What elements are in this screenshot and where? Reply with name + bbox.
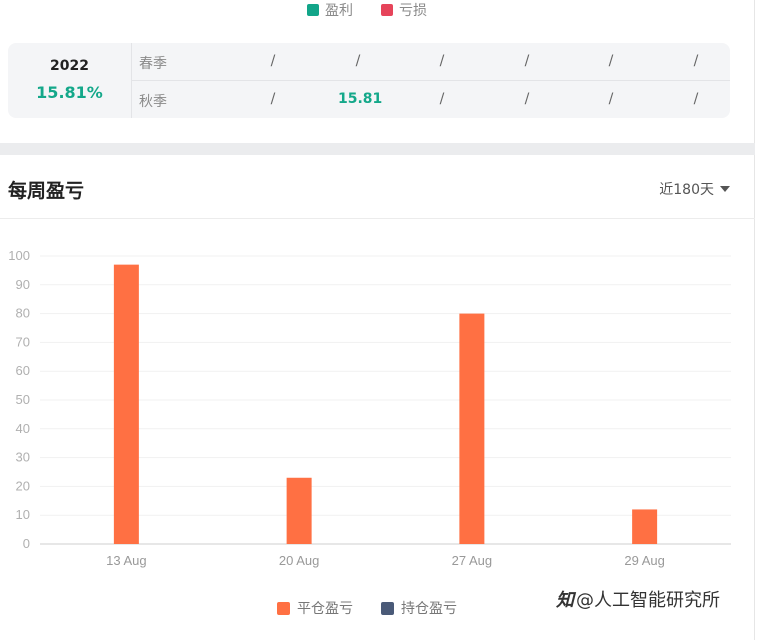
legend-profit-swatch (307, 4, 319, 16)
bar-closed-pnl (632, 509, 658, 544)
season-cell: / (439, 91, 445, 107)
legend-loss-label: 亏损 (399, 3, 427, 19)
legend-profit-label: 盈利 (325, 3, 353, 19)
y-tick-label: 60 (16, 363, 30, 378)
watermark-text: @人工智能研究所 (576, 590, 720, 611)
season-cell: / (270, 91, 276, 107)
season-cell: / (608, 91, 614, 107)
caret-down-icon (720, 186, 730, 192)
y-tick-label: 70 (16, 334, 30, 349)
x-tick-label: 27 Aug (452, 553, 493, 568)
season-cell: / (608, 53, 614, 69)
y-tick-label: 20 (16, 478, 30, 493)
season-cell: / (524, 91, 530, 107)
season-cell: / (355, 53, 361, 69)
bar-closed-pnl (113, 264, 139, 544)
legend-loss-swatch (381, 4, 393, 16)
season-cell: / (693, 91, 699, 107)
legend-profit[interactable]: 盈利 (307, 0, 353, 20)
legend-closed-pnl[interactable]: 平仓盈亏 (277, 598, 353, 618)
section-divider (0, 143, 755, 155)
range-dropdown-label: 近180天 (659, 182, 714, 198)
profit-loss-legend: 盈利 亏损 (0, 0, 755, 20)
year-label: 2022 (50, 58, 89, 74)
section-title: 每周盈亏 (8, 180, 85, 202)
season-cell: / (693, 53, 699, 69)
y-tick-label: 50 (16, 392, 30, 407)
watermark: 知 @人工智能研究所 (556, 586, 720, 612)
year-summary: 2022 15.81% (8, 43, 132, 118)
y-tick-label: 10 (16, 507, 30, 522)
season-name: 秋季 (139, 94, 167, 110)
season-return-card: 2022 15.81% 春季 / / / / / / 秋季 / 15.81 / … (8, 43, 730, 118)
season-cell: / (524, 53, 530, 69)
legend-closed-pnl-label: 平仓盈亏 (297, 601, 353, 617)
season-name: 春季 (139, 56, 167, 72)
zhihu-icon: 知 (556, 590, 574, 611)
season-cell: / (439, 53, 445, 69)
legend-open-pnl-label: 持仓盈亏 (401, 601, 457, 617)
bar-closed-pnl (286, 477, 312, 544)
season-row-autumn: 秋季 / 15.81 / / / / (132, 81, 730, 118)
y-tick-label: 90 (16, 277, 30, 292)
y-tick-label: 80 (16, 306, 30, 321)
x-tick-label: 20 Aug (279, 553, 320, 568)
legend-closed-pnl-swatch (277, 601, 290, 615)
header-divider (0, 218, 755, 219)
x-tick-label: 13 Aug (106, 553, 147, 568)
season-cell: / (270, 53, 276, 69)
legend-open-pnl[interactable]: 持仓盈亏 (381, 598, 457, 618)
year-return-value: 15.81% (36, 83, 103, 102)
legend-open-pnl-swatch (381, 601, 394, 615)
y-tick-label: 40 (16, 421, 30, 436)
y-tick-label: 0 (23, 536, 30, 551)
legend-loss[interactable]: 亏损 (381, 0, 427, 20)
season-row-spring: 春季 / / / / / / (132, 43, 730, 81)
x-tick-label: 29 Aug (624, 553, 665, 568)
range-dropdown[interactable]: 近180天 (659, 179, 730, 199)
y-tick-label: 100 (8, 248, 30, 263)
season-cell-positive: 15.81 (338, 91, 383, 107)
y-tick-label: 30 (16, 450, 30, 465)
bar-closed-pnl (459, 313, 485, 544)
weekly-pnl-chart: 0 10 20 30 40 50 60 70 80 90 100 13 Aug 20 Aug 27 Aug… (8, 248, 731, 568)
